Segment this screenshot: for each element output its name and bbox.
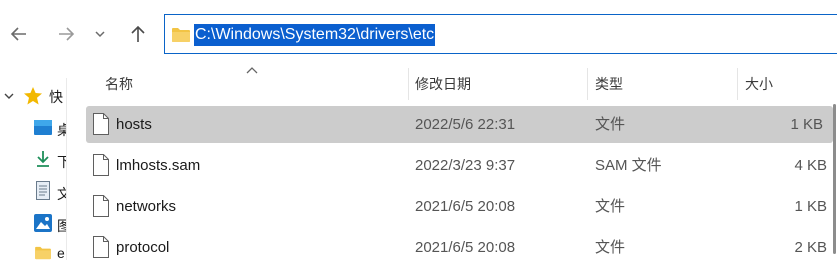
column-header-name[interactable]: 名称	[105, 66, 133, 102]
file-icon	[93, 113, 109, 135]
file-row-protocol[interactable]: protocol 2021/6/5 20:08 文件 2 KB	[86, 229, 837, 266]
back-arrow-icon	[10, 27, 26, 41]
address-path-text[interactable]: C:\Windows\System32\drivers\etc	[194, 24, 436, 46]
desktop-icon	[34, 120, 52, 135]
file-row-networks[interactable]: networks 2021/6/5 20:08 文件 1 KB	[86, 188, 837, 225]
folder-icon	[35, 246, 51, 260]
vertical-scrollbar[interactable]	[831, 100, 837, 260]
forward-button[interactable]	[52, 18, 80, 50]
file-type: SAM 文件	[595, 157, 662, 174]
sidebar-item-pictures[interactable]: 图	[0, 211, 66, 237]
column-header-row: 名称 修改日期 类型 大小	[86, 66, 837, 102]
sidebar-item-label: 下	[57, 152, 66, 172]
file-name: networks	[116, 198, 177, 215]
sidebar-item-folder[interactable]: e	[0, 242, 66, 260]
file-icon	[93, 195, 109, 217]
sidebar-item-label: 快	[49, 89, 63, 105]
column-divider[interactable]	[737, 68, 738, 100]
up-arrow-icon	[131, 25, 145, 42]
file-icon	[93, 154, 109, 176]
file-name: lmhosts.sam	[116, 157, 201, 174]
file-date: 2022/5/6 22:31	[415, 116, 516, 133]
column-divider[interactable]	[408, 68, 409, 100]
file-size: 4 KB	[794, 157, 827, 174]
star-icon	[24, 87, 42, 105]
file-name: protocol	[116, 239, 170, 256]
document-icon	[36, 181, 50, 200]
column-header-size[interactable]: 大小	[745, 66, 773, 102]
file-date: 2021/6/5 20:08	[415, 198, 516, 215]
download-icon	[37, 151, 49, 167]
chevron-down-icon[interactable]	[4, 92, 14, 100]
file-type: 文件	[595, 116, 626, 133]
file-size: 1 KB	[790, 116, 823, 133]
file-type: 文件	[595, 239, 626, 256]
recent-locations-button[interactable]	[90, 18, 110, 50]
file-date: 2021/6/5 20:08	[415, 239, 516, 256]
file-size: 1 KB	[794, 198, 827, 215]
sidebar-item-label: e	[57, 245, 65, 260]
file-icon	[93, 236, 109, 258]
sidebar-item-label: 桌	[57, 120, 66, 140]
column-header-type[interactable]: 类型	[595, 66, 623, 102]
sidebar-item-downloads[interactable]: 下	[0, 147, 66, 173]
file-type: 文件	[595, 198, 626, 215]
sidebar-item-label: 文	[57, 184, 66, 204]
up-button[interactable]	[124, 18, 152, 50]
pictures-icon	[34, 214, 52, 232]
file-row-hosts[interactable]: hosts 2022/5/6 22:31 文件 1 KB	[86, 106, 833, 143]
column-divider[interactable]	[587, 68, 588, 100]
column-header-date[interactable]: 修改日期	[415, 66, 471, 102]
sidebar-item-quick-access[interactable]: 快	[0, 83, 66, 109]
folder-icon	[172, 28, 190, 42]
chevron-down-icon	[95, 31, 105, 38]
scrollbar-thumb[interactable]	[833, 104, 836, 254]
forward-arrow-icon	[59, 27, 75, 41]
sidebar-item-label: 图	[57, 216, 66, 236]
sidebar-item-documents[interactable]: 文	[0, 179, 66, 205]
file-date: 2022/3/23 9:37	[415, 157, 516, 174]
back-button[interactable]	[5, 18, 33, 50]
file-name: hosts	[116, 116, 152, 133]
address-bar[interactable]: C:\Windows\System32\drivers\etc	[164, 14, 837, 54]
file-size: 2 KB	[794, 239, 827, 256]
sidebar-item-desktop[interactable]: 桌	[0, 115, 66, 141]
file-row-lmhosts[interactable]: lmhosts.sam 2022/3/23 9:37 SAM 文件 4 KB	[86, 147, 837, 184]
navigation-pane: 快 桌 下 文 图 e	[0, 78, 67, 260]
